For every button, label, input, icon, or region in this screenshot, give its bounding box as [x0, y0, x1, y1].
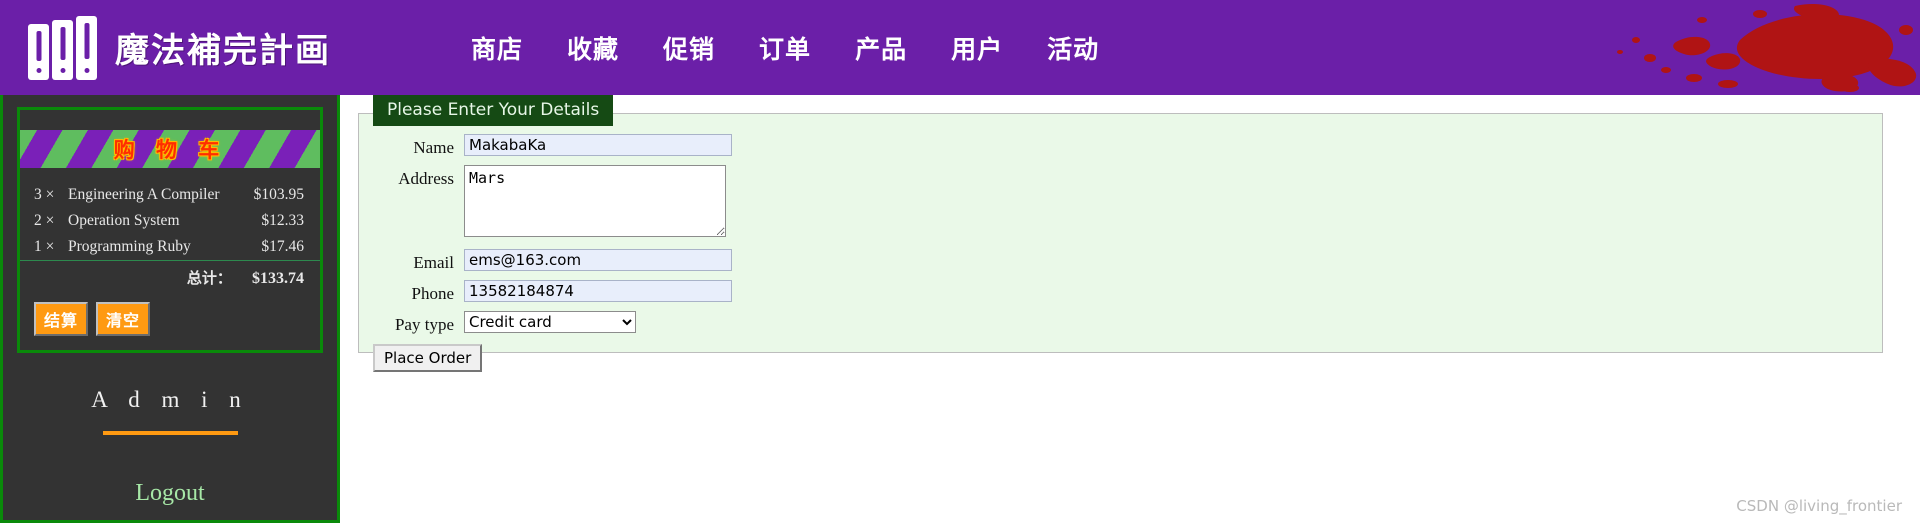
nav-item-events[interactable]: 活动: [1047, 30, 1099, 66]
admin-heading: A d m i n: [91, 387, 249, 412]
cart-panel: 购 物 车 3 × Engineering A Compiler $103.95…: [17, 107, 323, 353]
cart-top-strip: [20, 110, 320, 130]
phone-input[interactable]: [464, 280, 732, 302]
form-row-paytype: Pay type Credit card: [359, 311, 1882, 336]
name-input[interactable]: [464, 134, 732, 156]
book-icon-3: [76, 15, 97, 80]
nav-item-orders[interactable]: 订单: [759, 30, 811, 66]
cart-item-price: $17.46: [261, 238, 304, 255]
admin-block: A d m i n: [3, 387, 337, 435]
cart-item-qty: 3 ×: [34, 186, 55, 203]
form-row-name: Name: [359, 134, 1882, 159]
cart-item-name: Engineering A Compiler: [68, 186, 220, 203]
paytype-select[interactable]: Credit card: [464, 311, 636, 333]
cart-actions: 结算 清空: [20, 292, 320, 350]
email-label: Email: [413, 253, 454, 272]
cart-item-qty: 1 ×: [34, 238, 55, 255]
nav-item-shop[interactable]: 商店: [471, 30, 523, 66]
cart-item-qty: 2 ×: [34, 212, 55, 229]
cart-items-table: 3 × Engineering A Compiler $103.95 2 × O…: [20, 182, 320, 292]
brand-title: 魔法補完計画: [115, 31, 331, 71]
cart-item-price: $103.95: [253, 186, 304, 203]
cart-item-price: $12.33: [261, 212, 304, 229]
book-icon-2: [52, 19, 73, 80]
header-inner: 魔法補完計画 商店 收藏 促销 订单 产品 用户 活动: [0, 0, 1920, 95]
nav-item-products[interactable]: 产品: [855, 30, 907, 66]
table-row[interactable]: 3 × Engineering A Compiler $103.95: [20, 182, 320, 208]
main-content: Please Enter Your Details Name Address M…: [340, 95, 1920, 523]
three-books-icon: [28, 15, 97, 80]
cart-item-name: Operation System: [68, 212, 180, 229]
nav-item-favorites[interactable]: 收藏: [567, 30, 619, 66]
table-row[interactable]: 2 × Operation System $12.33: [20, 208, 320, 234]
book-icon-1: [28, 23, 49, 80]
email-input[interactable]: [464, 249, 732, 271]
total-spacer: [20, 260, 68, 292]
cart-total-row: 总计： $133.74: [20, 260, 320, 292]
order-form: Name Address Mars Email Phone Pay type C…: [359, 114, 1882, 372]
cart-banner: 购 物 车: [20, 130, 320, 168]
cart-total-value: $133.74: [241, 260, 320, 292]
name-label: Name: [413, 138, 454, 157]
panel-legend: Please Enter Your Details: [373, 95, 614, 126]
main-nav: 商店 收藏 促销 订单 产品 用户 活动: [471, 30, 1099, 66]
order-details-panel: Please Enter Your Details Name Address M…: [358, 95, 1883, 372]
admin-divider: [102, 431, 238, 435]
cart-total-label: 总计：: [68, 260, 242, 292]
watermark: CSDN @living_frontier: [1736, 497, 1902, 515]
address-label: Address: [398, 169, 454, 188]
blood-splatter-decoration: [1617, 4, 1917, 92]
form-row-address: Address Mars: [359, 165, 1882, 237]
form-row-email: Email: [359, 249, 1882, 274]
empty-cart-button[interactable]: 清空: [96, 302, 151, 336]
checkout-button[interactable]: 结算: [34, 302, 89, 336]
nav-item-promotion[interactable]: 促销: [663, 30, 715, 66]
place-order-row: Place Order: [359, 344, 1882, 372]
place-order-button[interactable]: Place Order: [373, 344, 483, 372]
brand[interactable]: 魔法補完計画: [28, 0, 331, 95]
paytype-label: Pay type: [394, 315, 454, 334]
table-row[interactable]: 1 × Programming Ruby $17.46: [20, 234, 320, 261]
form-row-phone: Phone: [359, 280, 1882, 305]
sidebar: 购 物 车 3 × Engineering A Compiler $103.95…: [0, 95, 340, 523]
cart-title: 购 物 车: [113, 138, 227, 162]
address-textarea[interactable]: Mars: [464, 165, 726, 237]
cart-item-name: Programming Ruby: [68, 238, 191, 255]
nav-item-users[interactable]: 用户: [951, 30, 1003, 66]
phone-label: Phone: [411, 284, 455, 303]
logout-link[interactable]: Logout: [3, 480, 337, 507]
site-header: 魔法補完計画 商店 收藏 促销 订单 产品 用户 活动: [0, 0, 1920, 95]
